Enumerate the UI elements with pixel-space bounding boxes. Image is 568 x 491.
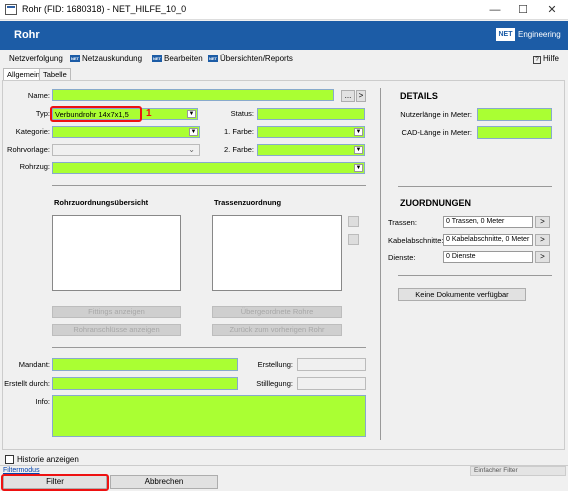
menu-netzauskundung[interactable]: NET Netzauskundung [70, 54, 142, 63]
erstellung-label: Erstellung: [257, 360, 293, 369]
rohrzug-label: Rohrzug: [19, 162, 50, 171]
net-logo: NET [496, 28, 515, 41]
kabelabschnitte-arrow-button[interactable]: > [535, 234, 550, 246]
app-icon [5, 4, 17, 15]
trassen-arrow-button[interactable]: > [535, 216, 550, 228]
trassenzuordnung-list[interactable] [212, 215, 342, 291]
status-field[interactable] [257, 108, 365, 120]
chevron-down-icon: ▼ [187, 110, 196, 118]
fittings-button[interactable]: Fittings anzeigen [52, 306, 181, 318]
close-button[interactable]: ✕ [537, 0, 567, 20]
stilllegung-field [297, 377, 366, 390]
cad-laenge-label: CAD-Länge in Meter: [401, 128, 472, 137]
menu-hilfe[interactable]: ? Hilfe [533, 54, 559, 64]
farbe1-select[interactable]: ▼ [257, 126, 365, 138]
net-icon: NET [208, 55, 218, 63]
zurueck-button[interactable]: Zurück zum vorherigen Rohr [212, 324, 342, 336]
erstellt-label: Erstellt durch: [4, 379, 50, 388]
keine-dokumente-button[interactable]: Keine Dokumente verfügbar [398, 288, 526, 301]
historie-label: Historie anzeigen [17, 455, 79, 464]
chevron-down-icon: ▼ [189, 128, 198, 136]
historie-checkbox[interactable] [5, 455, 14, 464]
chevron-down-icon: ▼ [354, 164, 363, 172]
rohrzug-select[interactable]: ▼ [52, 162, 365, 174]
header-title: Rohr [14, 29, 40, 41]
rohrzuordnung-title: Rohrzuordnungsübersicht [54, 198, 149, 207]
kabelabschnitte-label: Kabelabschnitte: [388, 236, 444, 245]
menu-label: Übersichten/Reports [220, 54, 293, 63]
trassen-value: 0 Trassen, 0 Meter [443, 216, 533, 228]
farbe2-label: 2. Farbe: [223, 145, 254, 154]
menu-label: Hilfe [543, 54, 560, 63]
farbe1-label: 1. Farbe: [223, 127, 254, 136]
highlight-filter [1, 474, 109, 491]
dienste-value: 0 Dienste [443, 251, 533, 263]
cad-laenge-field[interactable] [477, 126, 552, 139]
trassenzuordnung-title: Trassenzuordnung [214, 198, 282, 207]
help-icon: ? [533, 56, 541, 64]
name-arrow-button[interactable]: > [356, 90, 366, 102]
menu-label: Netzauskundung [82, 54, 143, 63]
vertical-divider [380, 88, 381, 440]
menu-bar: Netzverfolgung NET Netzauskundung NET Bear… [0, 51, 568, 67]
stilllegung-label: Stilllegung: [256, 379, 293, 388]
menu-label: Bearbeiten [164, 54, 203, 63]
erstellt-field[interactable] [52, 377, 238, 390]
details-title: DETAILS [400, 91, 438, 101]
menu-bearbeiten[interactable]: NET Bearbeiten [152, 54, 203, 63]
chevron-down-icon: ▼ [354, 128, 363, 136]
info-field[interactable] [52, 395, 366, 437]
status-label: Status: [230, 109, 254, 118]
net-icon: NET [152, 55, 162, 63]
nutzerlaenge-field[interactable] [477, 108, 552, 121]
net-icon: NET [70, 55, 80, 63]
menu-netzverfolgung[interactable]: Netzverfolgung [9, 54, 63, 63]
mandant-label: Mandant: [18, 360, 50, 369]
title-bar: Rohr (FID: 1680318) - NET_HILFE_10_0 — ☐… [0, 0, 568, 20]
rohrvorlage-select[interactable]: ⌄ [52, 144, 200, 156]
dialog-header: Rohr NET Engineering [0, 21, 568, 50]
abbrechen-button[interactable]: Abbrechen [110, 475, 218, 489]
minimize-button[interactable]: — [480, 0, 510, 20]
divider [398, 186, 552, 187]
typ-label: Typ: [35, 109, 50, 118]
name-field[interactable] [52, 89, 334, 101]
divider [52, 347, 366, 348]
dienste-arrow-button[interactable]: > [535, 251, 550, 263]
name-label: Name: [27, 91, 50, 100]
maximize-button[interactable]: ☐ [508, 0, 538, 20]
dienste-label: Dienste: [388, 253, 416, 262]
chevron-down-icon: ▼ [354, 146, 363, 154]
filter-mode-select[interactable]: Einfacher Filter [470, 466, 566, 476]
filtermodus-link[interactable]: Filtermodus [3, 467, 40, 474]
rohrvorlage-label: Rohrvorlage: [7, 145, 50, 154]
uebergeordnete-rohre-button[interactable]: Übergeordnete Rohre [212, 306, 342, 318]
chevron-down-icon: ⌄ [188, 145, 195, 154]
window-title: Rohr (FID: 1680318) - NET_HILFE_10_0 [22, 4, 187, 14]
divider [52, 185, 366, 186]
mandant-field[interactable] [52, 358, 238, 371]
kabelabschnitte-value: 0 Kabelabschnitte, 0 Meter [443, 234, 533, 246]
kategorie-label: Kategorie: [15, 127, 50, 136]
brand-text: Engineering [518, 30, 561, 39]
erstellung-field [297, 358, 366, 371]
paste-icon[interactable] [348, 234, 359, 245]
trassen-label: Trassen: [388, 218, 417, 227]
nutzerlaenge-label: Nutzerlänge in Meter: [400, 110, 472, 119]
tab-allgemein[interactable]: Allgemein [3, 68, 44, 80]
copy-icon[interactable] [348, 216, 359, 227]
annotation-number: 1 [146, 108, 152, 119]
info-label: Info: [35, 397, 50, 406]
zuordnungen-title: ZUORDNUNGEN [400, 198, 471, 208]
rohrzuordnung-list[interactable] [52, 215, 181, 291]
name-more-button[interactable]: ... [341, 90, 355, 102]
tab-tabelle[interactable]: Tabelle [39, 68, 71, 80]
rohranschluesse-button[interactable]: Rohranschlüsse anzeigen [52, 324, 181, 336]
divider [398, 275, 552, 276]
kategorie-select[interactable]: ▼ [52, 126, 200, 138]
highlight-typ [50, 106, 142, 122]
farbe2-select[interactable]: ▼ [257, 144, 365, 156]
menu-uebersichten[interactable]: NET Übersichten/Reports [208, 54, 293, 63]
